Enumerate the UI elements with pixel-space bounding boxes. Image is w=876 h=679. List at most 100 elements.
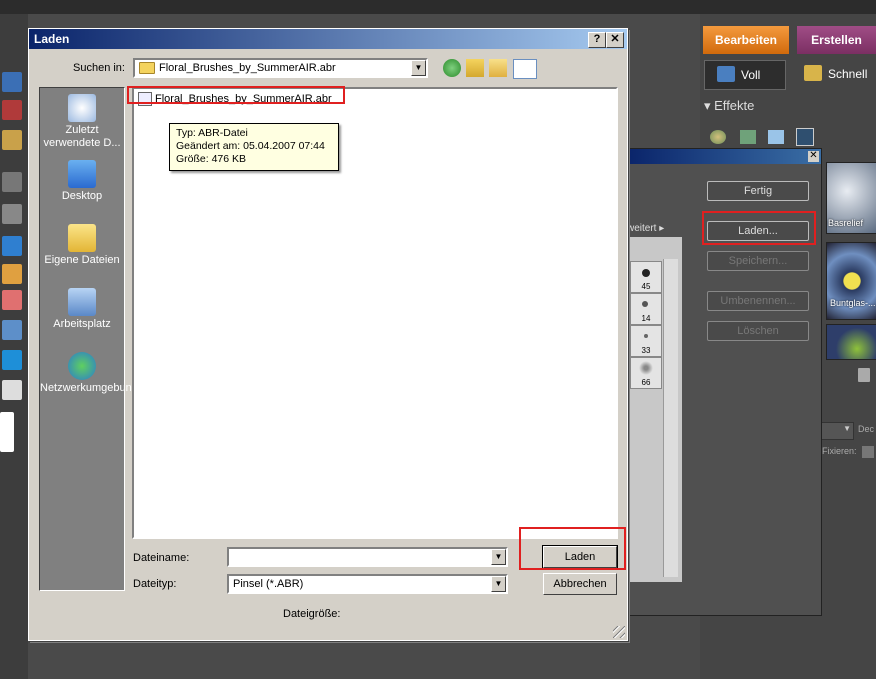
brush-preset[interactable]: 33 bbox=[630, 325, 662, 357]
filters-icon[interactable] bbox=[710, 130, 726, 144]
place-recent[interactable]: Zuletzt verwendete D... bbox=[40, 94, 124, 150]
trash-icon[interactable] bbox=[858, 368, 870, 382]
tooltip-type: Typ: ABR-Datei bbox=[176, 127, 248, 139]
resize-grip[interactable] bbox=[613, 626, 625, 638]
chevron-down-icon: ▼ bbox=[843, 424, 851, 433]
healing-tool-icon[interactable] bbox=[2, 264, 22, 284]
filesize-label: Dateigröße: bbox=[283, 608, 341, 620]
done-button[interactable]: Fertig bbox=[707, 181, 809, 201]
filetype-label: Dateityp: bbox=[133, 578, 177, 590]
effect-thumb-buntglas[interactable] bbox=[826, 242, 876, 320]
brush-preset[interactable]: 66 bbox=[630, 357, 662, 389]
brush-preset[interactable]: 45 bbox=[630, 261, 662, 293]
mode-quick-label: Schnell bbox=[828, 67, 868, 81]
dialog-title: Laden bbox=[34, 32, 70, 46]
paint-bucket-tool-icon[interactable] bbox=[2, 320, 22, 340]
place-my-documents[interactable]: Eigene Dateien bbox=[40, 224, 124, 267]
tooltip-size: Größe: 476 KB bbox=[176, 153, 247, 165]
close-icon[interactable]: ✕ bbox=[808, 151, 819, 162]
places-bar: Zuletzt verwendete D... Desktop Eigene D… bbox=[39, 87, 138, 591]
help-button[interactable]: ? bbox=[588, 32, 606, 48]
view-menu-icon[interactable] bbox=[513, 59, 537, 79]
brush-size-label: 14 bbox=[641, 314, 651, 323]
back-icon[interactable] bbox=[443, 59, 461, 77]
gradient-tool-icon[interactable] bbox=[2, 350, 22, 370]
highlight-file-item bbox=[127, 86, 345, 104]
filetype-dropdown[interactable]: Pinsel (*.ABR) ▼ bbox=[227, 574, 508, 594]
brush-size-label: 45 bbox=[641, 282, 651, 291]
mode-quick-button[interactable]: Schnell bbox=[792, 60, 872, 88]
mode-full-button[interactable]: Voll bbox=[704, 60, 786, 90]
mode-full-label: Voll bbox=[741, 68, 761, 82]
brush-tip-icon bbox=[639, 361, 653, 375]
lock-transparency-icon[interactable] bbox=[862, 446, 874, 458]
my-computer-icon bbox=[68, 288, 96, 316]
new-folder-icon[interactable] bbox=[489, 59, 507, 77]
brush-tip-icon bbox=[644, 334, 648, 338]
folder-icon bbox=[139, 62, 155, 75]
full-edit-icon bbox=[717, 66, 735, 82]
preset-manager-titlebar bbox=[627, 149, 821, 164]
photo-effects-icon[interactable] bbox=[768, 130, 784, 144]
filename-input[interactable]: ▼ bbox=[227, 547, 508, 567]
magic-wand-tool-icon[interactable] bbox=[2, 172, 22, 192]
effects-panel-header[interactable]: ▾ Effekte bbox=[704, 98, 754, 114]
rename-button[interactable]: Umbenennen... bbox=[707, 291, 809, 311]
look-in-label: Suchen in: bbox=[73, 62, 125, 74]
place-network[interactable]: Netzwerkumgebung bbox=[40, 352, 138, 395]
brush-tip-icon bbox=[642, 301, 648, 307]
brush-preset[interactable]: 14 bbox=[630, 293, 662, 325]
tab-bearbeiten[interactable]: Bearbeiten bbox=[703, 26, 789, 54]
up-folder-icon[interactable] bbox=[466, 59, 484, 77]
crop-tool-icon[interactable] bbox=[2, 204, 22, 224]
menu-bar bbox=[0, 0, 876, 14]
highlight-load-brushes bbox=[702, 211, 816, 245]
chevron-down-icon[interactable]: ▼ bbox=[491, 549, 506, 565]
place-desktop[interactable]: Desktop bbox=[40, 160, 124, 203]
foreground-color-swatch[interactable] bbox=[0, 412, 14, 452]
dec-label: Dec bbox=[858, 424, 875, 434]
close-button[interactable]: ✕ bbox=[606, 32, 624, 48]
zoom-tool-icon[interactable] bbox=[2, 72, 22, 92]
side-dropdown[interactable]: ▼ bbox=[820, 422, 854, 440]
transform-tool-icon[interactable] bbox=[2, 236, 22, 256]
brush-tip-icon bbox=[642, 269, 650, 277]
filename-label: Dateiname: bbox=[133, 552, 190, 564]
chevron-down-icon[interactable]: ▼ bbox=[411, 60, 426, 76]
recent-documents-icon bbox=[68, 94, 96, 122]
place-desktop-label: Desktop bbox=[61, 190, 103, 202]
highlight-open-button bbox=[519, 527, 626, 570]
effect-thumb-third[interactable] bbox=[826, 324, 876, 360]
tooltip-modified: Geändert am: 05.04.2007 07:44 bbox=[176, 140, 325, 152]
place-network-label: Netzwerkumgebung bbox=[40, 382, 138, 394]
place-my-documents-label: Eigene Dateien bbox=[44, 254, 120, 266]
place-my-computer-label: Arbeitsplatz bbox=[53, 318, 111, 330]
chevron-down-icon[interactable]: ▼ bbox=[491, 576, 506, 592]
fixieren-label: Fixieren: bbox=[822, 446, 857, 456]
look-in-value: Floral_Brushes_by_SummerAIR.abr bbox=[159, 62, 336, 74]
quick-edit-icon bbox=[804, 65, 822, 81]
eraser-tool-icon[interactable] bbox=[2, 290, 22, 310]
brush-list-scrollbar[interactable] bbox=[663, 259, 678, 577]
advanced-link[interactable]: weitert ▸ bbox=[627, 223, 664, 234]
delete-button[interactable]: Löschen bbox=[707, 321, 809, 341]
file-tooltip: Typ: ABR-Datei Geändert am: 05.04.2007 0… bbox=[169, 123, 339, 171]
lasso-tool-icon[interactable] bbox=[2, 130, 22, 150]
effect-label-buntglas: Buntglas-... bbox=[830, 298, 876, 308]
place-my-computer[interactable]: Arbeitsplatz bbox=[40, 288, 124, 331]
shape-tool-icon[interactable] bbox=[2, 380, 22, 400]
layer-styles-icon[interactable] bbox=[740, 130, 756, 144]
desktop-icon bbox=[68, 160, 96, 188]
cancel-button[interactable]: Abbrechen bbox=[543, 573, 617, 595]
all-effects-icon[interactable] bbox=[796, 128, 814, 146]
place-recent-label: Zuletzt verwendete D... bbox=[43, 124, 121, 149]
effects-category-icons[interactable] bbox=[710, 128, 814, 146]
dialog-titlebar: Laden bbox=[29, 29, 627, 49]
save-brushes-button[interactable]: Speichern... bbox=[707, 251, 809, 271]
brush-list[interactable]: 45 14 33 66 bbox=[627, 237, 682, 582]
network-icon bbox=[68, 352, 96, 380]
tab-erstellen[interactable]: Erstellen bbox=[797, 26, 876, 54]
eyedropper-tool-icon[interactable] bbox=[2, 100, 22, 120]
effects-header-label: Effekte bbox=[714, 98, 755, 113]
look-in-dropdown[interactable]: Floral_Brushes_by_SummerAIR.abr ▼ bbox=[133, 58, 428, 78]
